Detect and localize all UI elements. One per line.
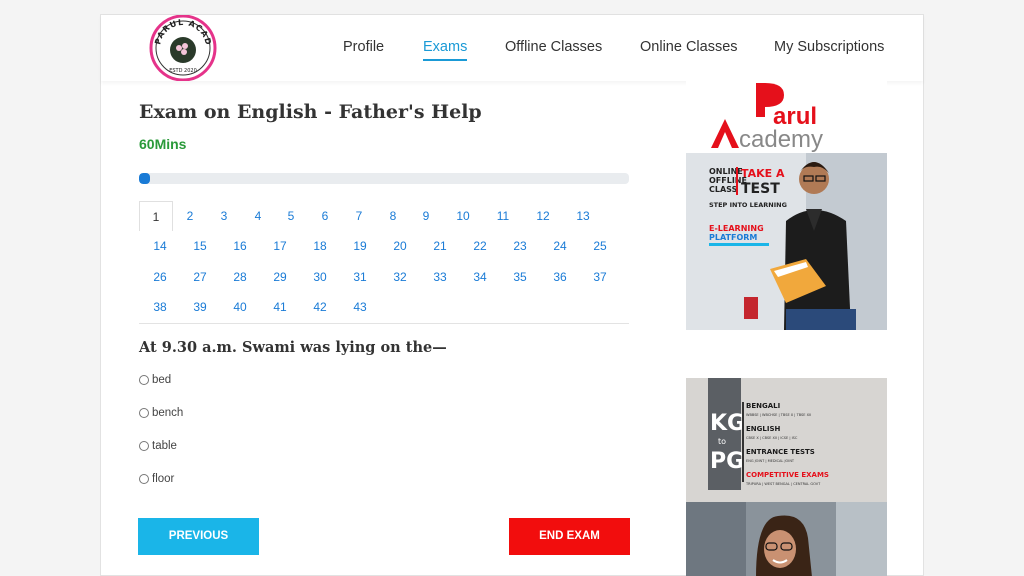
question-number-19[interactable]: 19 — [343, 231, 377, 261]
question-number-27[interactable]: 27 — [183, 262, 217, 292]
ad2-subject-2-sub: CBSE X | CBSE XII | ICSE | ISC — [746, 436, 798, 440]
end-exam-button[interactable]: END EXAM — [509, 518, 630, 555]
question-number-1[interactable]: 1 — [139, 201, 173, 231]
option-label: floor — [152, 473, 175, 485]
question-number-24[interactable]: 24 — [543, 231, 577, 261]
exam-title: Exam on English - Father's Help — [139, 101, 482, 123]
option-bench[interactable]: bench — [139, 407, 183, 419]
question-number-13[interactable]: 13 — [566, 201, 600, 231]
question-number-8[interactable]: 8 — [376, 201, 410, 231]
option-bed[interactable]: bed — [139, 374, 171, 386]
svg-text:ESTD 2020: ESTD 2020 — [169, 68, 197, 74]
nav-exams[interactable]: Exams — [423, 39, 467, 55]
nav-active-underline — [423, 59, 467, 61]
ad2-subject-2: ENGLISH — [746, 425, 780, 433]
question-number-34[interactable]: 34 — [463, 262, 497, 292]
exam-card: PARUL ACADEMY ESTD 2020 Profile Exams Of… — [100, 8, 924, 576]
question-number-9[interactable]: 9 — [409, 201, 443, 231]
question-number-22[interactable]: 22 — [463, 231, 497, 261]
question-number-35[interactable]: 35 — [503, 262, 537, 292]
option-radio[interactable] — [139, 441, 149, 451]
question-number-26[interactable]: 26 — [143, 262, 177, 292]
exam-duration: 60Mins — [139, 136, 187, 152]
ad2-subject-3: ENTRANCE TESTS — [746, 448, 815, 456]
ad2-to: to — [718, 437, 726, 446]
question-number-31[interactable]: 31 — [343, 262, 377, 292]
question-number-6[interactable]: 6 — [308, 201, 342, 231]
nav-my-subscriptions[interactable]: My Subscriptions — [774, 39, 884, 55]
question-number-3[interactable]: 3 — [207, 201, 241, 231]
question-number-12[interactable]: 12 — [526, 201, 560, 231]
ad2-subject-3-sub: ENG JOINT | MEDICAL JOINT — [746, 459, 795, 463]
question-number-25[interactable]: 25 — [583, 231, 617, 261]
ad1-headline-1: TAKE A — [741, 167, 785, 180]
question-number-40[interactable]: 40 — [223, 292, 257, 322]
question-divider — [139, 323, 629, 324]
question-number-17[interactable]: 17 — [263, 231, 297, 261]
question-number-10[interactable]: 10 — [446, 201, 480, 231]
option-radio[interactable] — [139, 408, 149, 418]
ad1-left-3: CLASS — [709, 185, 738, 194]
question-number-4[interactable]: 4 — [241, 201, 275, 231]
question-number-20[interactable]: 20 — [383, 231, 417, 261]
ad2-pg: PG — [710, 449, 744, 474]
option-radio[interactable] — [139, 474, 149, 484]
ad-banner-take-a-test[interactable]: arul cademy ONLINE OFFLINE CLASS TAKE A … — [686, 81, 887, 330]
ad1-headline-2: TEST — [741, 181, 780, 197]
question-number-5[interactable]: 5 — [274, 201, 308, 231]
ad1-platform-2: PLATFORM — [709, 233, 757, 242]
nav-online-classes[interactable]: Online Classes — [640, 39, 738, 55]
question-number-11[interactable]: 11 — [486, 201, 520, 231]
option-label: bench — [152, 407, 184, 419]
question-number-14[interactable]: 14 — [143, 231, 177, 261]
question-number-43[interactable]: 43 — [343, 292, 377, 322]
question-number-39[interactable]: 39 — [183, 292, 217, 322]
question-number-2[interactable]: 2 — [173, 201, 207, 231]
question-number-7[interactable]: 7 — [342, 201, 376, 231]
question-number-42[interactable]: 42 — [303, 292, 337, 322]
option-radio[interactable] — [139, 375, 149, 385]
option-table[interactable]: table — [139, 440, 177, 452]
question-number-33[interactable]: 33 — [423, 262, 457, 292]
option-label: bed — [152, 374, 172, 386]
exam-progress-bar — [139, 173, 629, 184]
question-number-16[interactable]: 16 — [223, 231, 257, 261]
question-number-15[interactable]: 15 — [183, 231, 217, 261]
ad1-brand-line2: cademy — [739, 126, 823, 153]
ad-banner-kg-to-pg[interactable]: KG to PG BENGALI WBBSE | WBCHSE | TBSE X… — [686, 378, 887, 576]
option-floor[interactable]: floor — [139, 473, 174, 485]
ad2-subject-1: BENGALI — [746, 402, 780, 410]
ad1-platform-1: E-LEARNING — [709, 224, 764, 233]
top-navbar: PARUL ACADEMY ESTD 2020 Profile Exams Of… — [101, 8, 923, 82]
nav-offline-classes[interactable]: Offline Classes — [505, 39, 602, 55]
question-number-37[interactable]: 37 — [583, 262, 617, 292]
question-number-23[interactable]: 23 — [503, 231, 537, 261]
previous-button[interactable]: PREVIOUS — [138, 518, 259, 555]
ad2-subject-4: COMPETITIVE EXAMS — [746, 471, 829, 479]
question-text: At 9.30 a.m. Swami was lying on the— — [139, 339, 447, 356]
question-number-38[interactable]: 38 — [143, 292, 177, 322]
option-label: table — [152, 440, 177, 452]
question-number-18[interactable]: 18 — [303, 231, 337, 261]
ad2-kg: KG — [710, 411, 745, 436]
question-number-28[interactable]: 28 — [223, 262, 257, 292]
question-number-41[interactable]: 41 — [263, 292, 297, 322]
question-number-21[interactable]: 21 — [423, 231, 457, 261]
parul-academy-logo[interactable]: PARUL ACADEMY ESTD 2020 — [144, 8, 218, 82]
ad2-subject-4-sub: TRIPURA | WEST BENGAL | CENTRAL GOVT — [745, 482, 821, 486]
exam-progress-fill — [139, 173, 151, 184]
ad2-subject-1-sub: WBBSE | WBCHSE | TBSE X | TBSE XII — [746, 413, 811, 417]
question-number-30[interactable]: 30 — [303, 262, 337, 292]
question-number-29[interactable]: 29 — [263, 262, 297, 292]
question-number-36[interactable]: 36 — [543, 262, 577, 292]
nav-profile[interactable]: Profile — [343, 39, 384, 55]
question-number-32[interactable]: 32 — [383, 262, 417, 292]
ad1-tagline: STEP INTO LEARNING — [709, 201, 787, 209]
